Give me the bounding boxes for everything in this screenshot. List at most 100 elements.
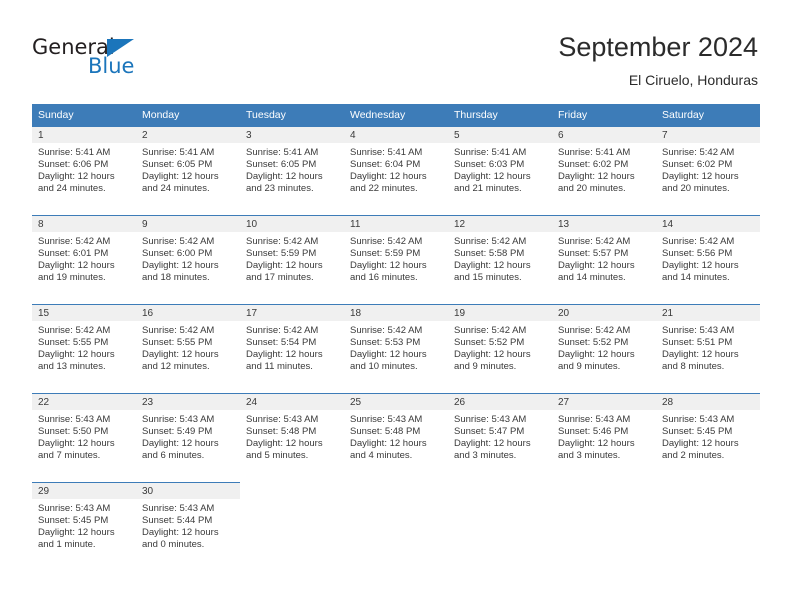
calendar-week-row: 1 Sunrise: 5:41 AM Sunset: 6:06 PM Daylight… (32, 126, 760, 215)
calendar-day-cell[interactable]: 10 Sunrise: 5:42 AM Sunset: 5:59 PM Dayligh… (240, 215, 344, 304)
daylight-duration-line1: Daylight: 12 hours (142, 527, 219, 539)
day-number: 28 (656, 394, 760, 410)
calendar-day-cell[interactable]: 3 Sunrise: 5:41 AM Sunset: 6:05 PM Daylight… (240, 126, 344, 215)
calendar-day-cell[interactable]: 20 Sunrise: 5:42 AM Sunset: 5:52 PM Dayligh… (552, 304, 656, 393)
daylight-duration-line2: and 3 minutes. (454, 450, 517, 462)
daylight-duration-line2: and 5 minutes. (246, 450, 309, 462)
calendar-day-cell[interactable]: 18 Sunrise: 5:42 AM Sunset: 5:53 PM Dayligh… (344, 304, 448, 393)
day-cell-details: Sunrise: 5:42 AM Sunset: 6:02 PM Daylight:… (656, 143, 760, 195)
calendar-week-row: 22 Sunrise: 5:43 AM Sunset: 5:50 PM Dayligh… (32, 393, 760, 482)
calendar-day-cell[interactable]: 1 Sunrise: 5:41 AM Sunset: 6:06 PM Daylight… (32, 126, 136, 215)
calendar-day-cell[interactable]: 16 Sunrise: 5:42 AM Sunset: 5:55 PM Dayligh… (136, 304, 240, 393)
sunrise-time: Sunrise: 5:43 AM (662, 325, 735, 336)
sunset-time: Sunset: 5:58 PM (454, 248, 525, 260)
day-cell-details: Sunrise: 5:43 AM Sunset: 5:46 PM Daylight:… (552, 410, 656, 462)
calendar-day-cell[interactable]: 13 Sunrise: 5:42 AM Sunset: 5:57 PM Dayligh… (552, 215, 656, 304)
calendar-day-cell[interactable]: 25 Sunrise: 5:43 AM Sunset: 5:48 PM Dayligh… (344, 393, 448, 482)
calendar-day-cell[interactable]: 7 Sunrise: 5:42 AM Sunset: 6:02 PM Daylight… (656, 126, 760, 215)
daylight-duration-line1: Daylight: 12 hours (454, 438, 531, 450)
calendar-day-cell[interactable]: 22 Sunrise: 5:43 AM Sunset: 5:50 PM Dayligh… (32, 393, 136, 482)
general-blue-logo[interactable]: General Blue (32, 36, 172, 84)
sunset-time: Sunset: 5:47 PM (454, 426, 525, 438)
daylight-duration-line2: and 9 minutes. (454, 361, 517, 373)
calendar-day-cell[interactable]: 17 Sunrise: 5:42 AM Sunset: 5:54 PM Dayligh… (240, 304, 344, 393)
day-cell-inner: 12 Sunrise: 5:42 AM Sunset: 5:58 PM Dayligh… (448, 215, 552, 304)
daylight-duration-line2: and 14 minutes. (662, 272, 730, 284)
day-cell-inner: 15 Sunrise: 5:42 AM Sunset: 5:55 PM Dayligh… (32, 304, 136, 393)
sunrise-time: Sunrise: 5:42 AM (38, 236, 111, 247)
day-number: 6 (552, 127, 656, 143)
sunrise-time: Sunrise: 5:42 AM (558, 325, 631, 336)
day-number: 3 (240, 127, 344, 143)
day-number: 24 (240, 394, 344, 410)
sunset-time: Sunset: 6:05 PM (142, 159, 213, 171)
calendar-day-cell[interactable]: 15 Sunrise: 5:42 AM Sunset: 5:55 PM Dayligh… (32, 304, 136, 393)
sunrise-time: Sunrise: 5:42 AM (142, 325, 215, 336)
sunset-time: Sunset: 5:45 PM (662, 426, 733, 438)
day-number: 15 (32, 305, 136, 321)
sunset-time: Sunset: 6:03 PM (454, 159, 525, 171)
calendar-day-cell[interactable]: 11 Sunrise: 5:42 AM Sunset: 5:59 PM Dayligh… (344, 215, 448, 304)
day-cell-inner: 30 Sunrise: 5:43 AM Sunset: 5:44 PM Dayligh… (136, 482, 240, 571)
sunset-time: Sunset: 5:52 PM (454, 337, 525, 349)
daylight-duration-line1: Daylight: 12 hours (454, 260, 531, 272)
day-cell-details: Sunrise: 5:41 AM Sunset: 6:05 PM Daylight:… (136, 143, 240, 195)
sunrise-time: Sunrise: 5:43 AM (142, 414, 215, 425)
weekday-header-wednesday: Wednesday (344, 104, 448, 126)
daylight-duration-line1: Daylight: 12 hours (558, 349, 635, 361)
daylight-duration-line1: Daylight: 12 hours (454, 171, 531, 183)
sunrise-time: Sunrise: 5:42 AM (246, 325, 319, 336)
day-cell-details: Sunrise: 5:42 AM Sunset: 5:57 PM Daylight:… (552, 232, 656, 284)
calendar-day-cell[interactable]: 12 Sunrise: 5:42 AM Sunset: 5:58 PM Dayligh… (448, 215, 552, 304)
calendar-day-cell[interactable]: 6 Sunrise: 5:41 AM Sunset: 6:02 PM Daylight… (552, 126, 656, 215)
daylight-duration-line2: and 18 minutes. (142, 272, 210, 284)
day-cell-details: Sunrise: 5:42 AM Sunset: 5:59 PM Daylight:… (240, 232, 344, 284)
calendar-day-cell[interactable]: 21 Sunrise: 5:43 AM Sunset: 5:51 PM Dayligh… (656, 304, 760, 393)
sunset-time: Sunset: 6:06 PM (38, 159, 109, 171)
day-cell-inner: 1 Sunrise: 5:41 AM Sunset: 6:06 PM Daylight… (32, 126, 136, 215)
calendar-day-cell[interactable]: 27 Sunrise: 5:43 AM Sunset: 5:46 PM Dayligh… (552, 393, 656, 482)
day-number: 29 (32, 483, 136, 499)
daylight-duration-line1: Daylight: 12 hours (662, 171, 739, 183)
day-cell-details: Sunrise: 5:43 AM Sunset: 5:45 PM Daylight:… (656, 410, 760, 462)
calendar-day-cell[interactable]: 8 Sunrise: 5:42 AM Sunset: 6:01 PM Daylight… (32, 215, 136, 304)
daylight-duration-line1: Daylight: 12 hours (558, 171, 635, 183)
weekday-header-saturday: Saturday (656, 104, 760, 126)
daylight-duration-line1: Daylight: 12 hours (38, 260, 115, 272)
day-number: 12 (448, 216, 552, 232)
calendar-day-cell[interactable]: 26 Sunrise: 5:43 AM Sunset: 5:47 PM Dayligh… (448, 393, 552, 482)
day-cell-details: Sunrise: 5:42 AM Sunset: 5:52 PM Daylight:… (448, 321, 552, 373)
sunset-time: Sunset: 6:02 PM (558, 159, 629, 171)
calendar-day-cell[interactable]: 30 Sunrise: 5:43 AM Sunset: 5:44 PM Dayligh… (136, 482, 240, 572)
calendar-day-cell[interactable]: 19 Sunrise: 5:42 AM Sunset: 5:52 PM Dayligh… (448, 304, 552, 393)
sunset-time: Sunset: 5:56 PM (662, 248, 733, 260)
daylight-duration-line2: and 15 minutes. (454, 272, 522, 284)
day-number: 10 (240, 216, 344, 232)
calendar-day-cell[interactable]: 23 Sunrise: 5:43 AM Sunset: 5:49 PM Dayligh… (136, 393, 240, 482)
day-number: 26 (448, 394, 552, 410)
calendar-day-cell[interactable]: 28 Sunrise: 5:43 AM Sunset: 5:45 PM Dayligh… (656, 393, 760, 482)
day-cell-inner: 26 Sunrise: 5:43 AM Sunset: 5:47 PM Dayligh… (448, 393, 552, 482)
calendar-day-cell[interactable]: 2 Sunrise: 5:41 AM Sunset: 6:05 PM Daylight… (136, 126, 240, 215)
day-cell-details: Sunrise: 5:43 AM Sunset: 5:44 PM Daylight:… (136, 499, 240, 551)
calendar-day-cell[interactable]: 14 Sunrise: 5:42 AM Sunset: 5:56 PM Dayligh… (656, 215, 760, 304)
sunset-time: Sunset: 6:02 PM (662, 159, 733, 171)
sunrise-time: Sunrise: 5:42 AM (350, 236, 423, 247)
daylight-duration-line2: and 20 minutes. (662, 183, 730, 195)
sunrise-time: Sunrise: 5:42 AM (246, 236, 319, 247)
calendar-cell-empty (552, 482, 656, 572)
weekday-header-friday: Friday (552, 104, 656, 126)
calendar-day-cell[interactable]: 9 Sunrise: 5:42 AM Sunset: 6:00 PM Daylight… (136, 215, 240, 304)
day-number: 2 (136, 127, 240, 143)
sunrise-time: Sunrise: 5:43 AM (558, 414, 631, 425)
day-cell-inner: 9 Sunrise: 5:42 AM Sunset: 6:00 PM Daylight… (136, 215, 240, 304)
day-cell-inner: 18 Sunrise: 5:42 AM Sunset: 5:53 PM Dayligh… (344, 304, 448, 393)
sunrise-time: Sunrise: 5:43 AM (142, 503, 215, 514)
calendar-day-cell[interactable]: 4 Sunrise: 5:41 AM Sunset: 6:04 PM Daylight… (344, 126, 448, 215)
day-number: 9 (136, 216, 240, 232)
calendar-day-cell[interactable]: 5 Sunrise: 5:41 AM Sunset: 6:03 PM Daylight… (448, 126, 552, 215)
calendar-day-cell[interactable]: 29 Sunrise: 5:43 AM Sunset: 5:45 PM Dayligh… (32, 482, 136, 572)
calendar-day-cell[interactable]: 24 Sunrise: 5:43 AM Sunset: 5:48 PM Dayligh… (240, 393, 344, 482)
daylight-duration-line2: and 14 minutes. (558, 272, 626, 284)
day-cell-details: Sunrise: 5:42 AM Sunset: 5:52 PM Daylight:… (552, 321, 656, 373)
